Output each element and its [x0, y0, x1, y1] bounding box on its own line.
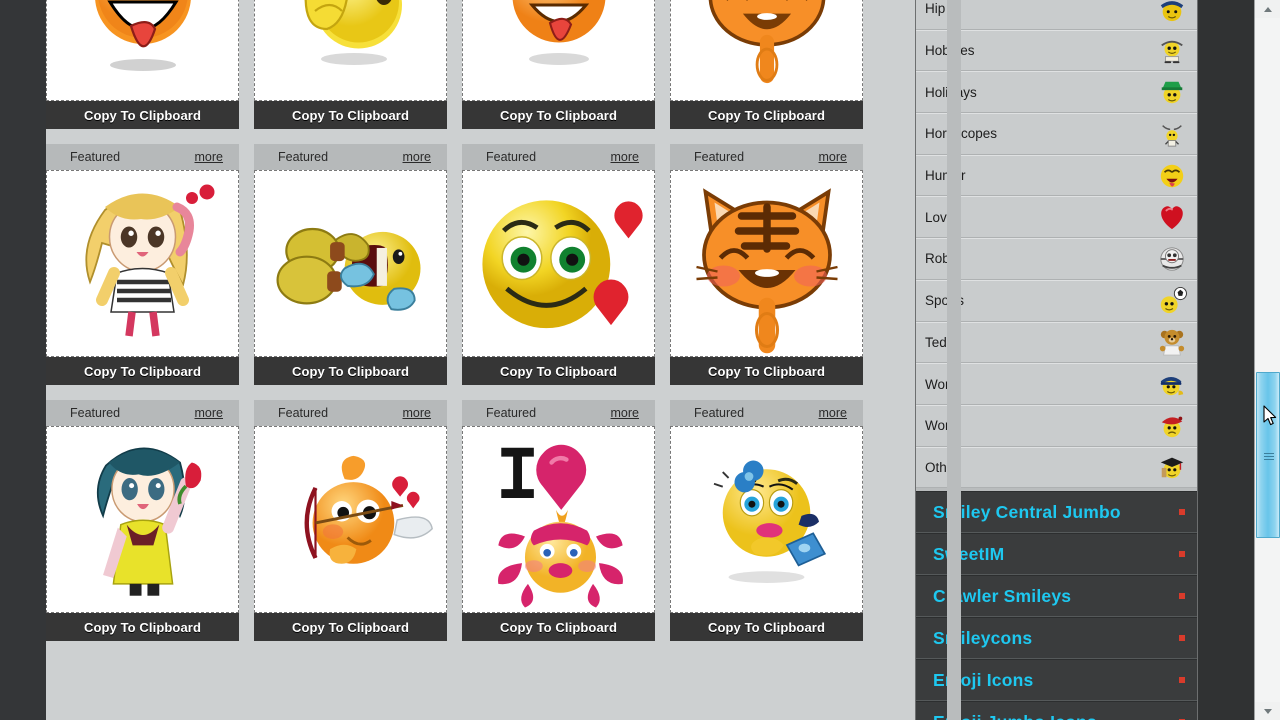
page-scrollbar[interactable] [1254, 0, 1280, 720]
heart-icon [1157, 202, 1187, 232]
card-header: Featured more [670, 144, 863, 170]
featured-label: Featured [278, 150, 329, 164]
smiley-card: Featured more Copy To Clipboard [670, 400, 863, 641]
smiley-image[interactable] [670, 426, 863, 613]
card-header: Featured more [670, 400, 863, 426]
bullet-icon [1179, 677, 1185, 684]
card-header: Featured more [462, 400, 655, 426]
smiley-image[interactable] [254, 0, 447, 101]
bullet-icon [1179, 509, 1185, 516]
scroll-down-arrow[interactable] [1255, 702, 1280, 720]
holidays-smiley-icon [1157, 77, 1187, 107]
card-row: Featured more Copy To Clipboard Featured mo… [46, 400, 901, 641]
left-backdrop [0, 0, 46, 720]
hobbies-smiley-icon [1157, 36, 1187, 66]
beret-smiley-icon [1157, 411, 1187, 441]
copy-to-clipboard-button[interactable]: Copy To Clipboard [462, 101, 655, 129]
more-link[interactable]: more [611, 150, 639, 164]
column-gap [947, 0, 961, 720]
featured-label: Featured [70, 406, 121, 420]
right-backdrop [1198, 0, 1254, 720]
more-link[interactable]: more [403, 406, 431, 420]
scrollbar-thumb[interactable] [1256, 372, 1280, 538]
card-header: Featured more [254, 144, 447, 170]
more-link[interactable]: more [403, 150, 431, 164]
robot-icon [1157, 244, 1187, 274]
scrollbar-grip [1264, 453, 1274, 460]
more-link[interactable]: more [819, 150, 847, 164]
more-link[interactable]: more [611, 406, 639, 420]
smiley-card: Featured more Copy To Clipboard [46, 400, 239, 641]
featured-label: Featured [70, 150, 121, 164]
smiley-image[interactable] [462, 0, 655, 101]
bullet-icon [1179, 593, 1185, 600]
featured-label: Featured [278, 406, 329, 420]
smiley-card: Featured more Copy To Clipboard [254, 400, 447, 641]
humor-smiley-icon [1157, 161, 1187, 191]
smiley-image[interactable] [46, 170, 239, 357]
copy-to-clipboard-button[interactable]: Copy To Clipboard [462, 357, 655, 385]
smiley-image[interactable] [462, 170, 655, 357]
copy-to-clipboard-button[interactable]: Copy To Clipboard [670, 357, 863, 385]
page-content: Featured more Copy To Clipboard Featured mo… [46, 0, 1198, 720]
smiley-card: Featuredmore Copy To Clipboard [670, 0, 863, 129]
browser-viewport: Featured more Copy To Clipboard Featured mo… [0, 0, 1280, 720]
smiley-card-grid: Featured more Copy To Clipboard Featured mo… [46, 0, 901, 656]
copy-to-clipboard-button[interactable]: Copy To Clipboard [462, 613, 655, 641]
promo-label: SweetIM [933, 543, 1005, 564]
smiley-card: Featured more Copy To Clipboard [462, 144, 655, 385]
bullet-icon [1179, 551, 1185, 558]
copy-to-clipboard-button[interactable]: Copy To Clipboard [670, 613, 863, 641]
card-row: Featuredmore Copy To ClipboardFeaturedmo… [46, 0, 901, 129]
police-smiley-icon [1157, 369, 1187, 399]
copy-to-clipboard-button[interactable]: Copy To Clipboard [46, 613, 239, 641]
more-link[interactable]: more [195, 406, 223, 420]
card-row: Featured more Copy To Clipboard Featured mo… [46, 144, 901, 385]
card-header: Featured more [46, 144, 239, 170]
smiley-image[interactable] [670, 0, 863, 101]
card-header: Featured more [46, 400, 239, 426]
smiley-card: Featuredmore Copy To Clipboard [254, 0, 447, 129]
scroll-up-arrow[interactable] [1255, 0, 1280, 18]
smiley-card: Featured more Copy To Clipboard [254, 144, 447, 385]
category-label: Horoscopes [925, 126, 998, 142]
copy-to-clipboard-button[interactable]: Copy To Clipboard [254, 101, 447, 129]
horoscopes-smiley-icon [1157, 119, 1187, 149]
smiley-image[interactable] [46, 0, 239, 101]
smiley-image[interactable] [670, 170, 863, 357]
featured-label: Featured [486, 406, 537, 420]
smiley-card: Featured more Copy To Clipboard [462, 400, 655, 641]
copy-to-clipboard-button[interactable]: Copy To Clipboard [670, 101, 863, 129]
smiley-image[interactable] [46, 426, 239, 613]
soccer-smiley-icon [1157, 286, 1187, 316]
bullet-icon [1179, 635, 1185, 642]
smiley-image[interactable] [254, 170, 447, 357]
more-link[interactable]: more [819, 406, 847, 420]
hip-smiley-icon [1157, 0, 1187, 24]
featured-label: Featured [694, 150, 745, 164]
more-link[interactable]: more [195, 150, 223, 164]
promo-label: Smiley Central Jumbo [933, 501, 1121, 522]
copy-to-clipboard-button[interactable]: Copy To Clipboard [254, 613, 447, 641]
card-header: Featured more [254, 400, 447, 426]
featured-label: Featured [694, 406, 745, 420]
copy-to-clipboard-button[interactable]: Copy To Clipboard [46, 101, 239, 129]
copy-to-clipboard-button[interactable]: Copy To Clipboard [46, 357, 239, 385]
smiley-image[interactable] [462, 426, 655, 613]
smiley-card: Featuredmore Copy To Clipboard [46, 0, 239, 129]
smiley-card: Featuredmore Copy To Clipboard [462, 0, 655, 129]
smiley-image[interactable] [254, 426, 447, 613]
smiley-card: Featured more Copy To Clipboard [670, 144, 863, 385]
card-header: Featured more [462, 144, 655, 170]
smiley-card: Featured more Copy To Clipboard [46, 144, 239, 385]
teddy-bear-icon [1157, 327, 1187, 357]
category-label: Hip [925, 1, 946, 17]
graduate-smiley-icon [1157, 452, 1187, 482]
featured-label: Featured [486, 150, 537, 164]
copy-to-clipboard-button[interactable]: Copy To Clipboard [254, 357, 447, 385]
